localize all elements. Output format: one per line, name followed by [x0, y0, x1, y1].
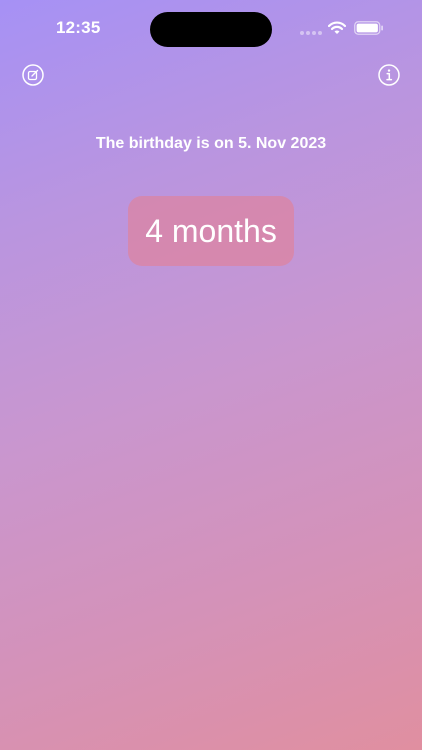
birthday-date-label: The birthday is on 5. Nov 2023 — [95, 135, 327, 152]
edit-button[interactable] — [22, 64, 44, 86]
cellular-signal-icon — [300, 31, 322, 35]
edit-icon — [22, 64, 44, 86]
battery-icon — [354, 21, 384, 35]
status-time: 12:35 — [56, 18, 101, 37]
app-screen: 12:35 The birthday is on 5. Nov 2023 4 m… — [0, 0, 422, 750]
dynamic-island — [150, 12, 272, 47]
status-bar: 12:35 — [0, 0, 422, 56]
wifi-icon — [327, 21, 347, 35]
countdown-value: 4 months — [145, 212, 277, 249]
countdown-card: 4 months — [128, 196, 294, 266]
info-icon — [378, 64, 400, 86]
info-button[interactable] — [378, 64, 400, 86]
